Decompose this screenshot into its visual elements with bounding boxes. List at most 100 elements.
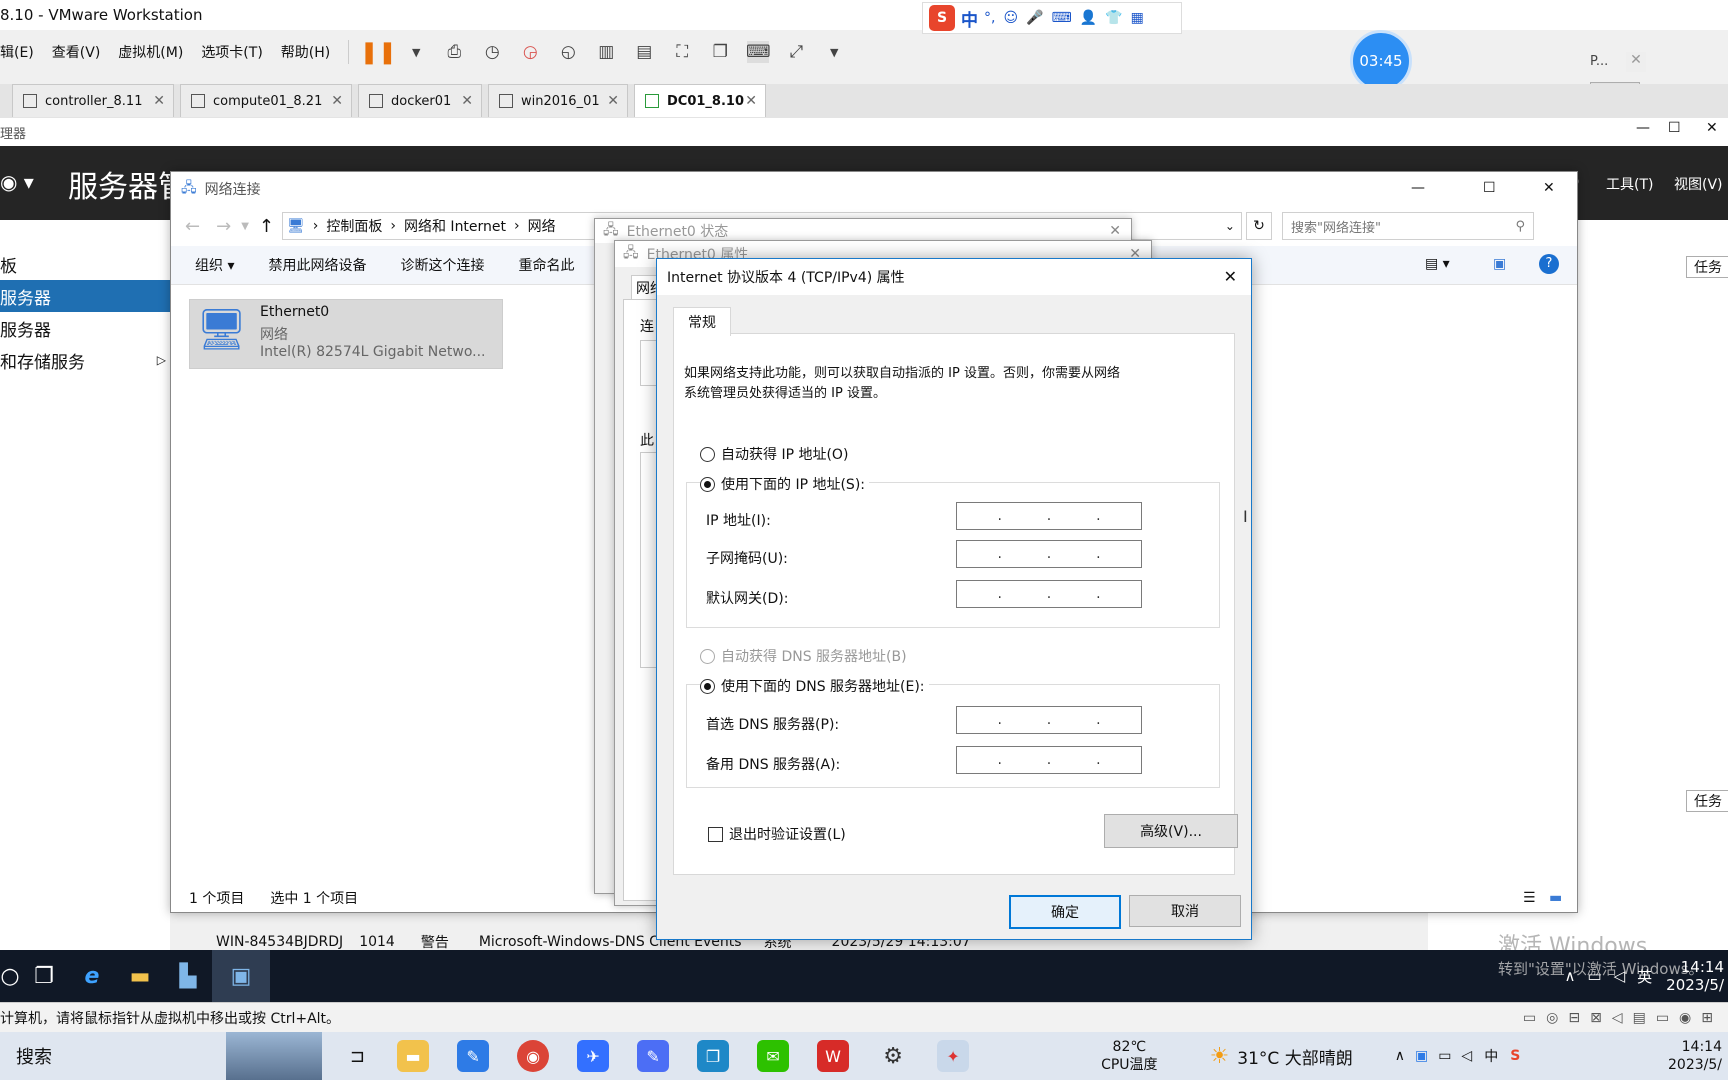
close-icon[interactable]: ✕ [1543, 180, 1555, 196]
breadcrumb-control-panel[interactable]: 控制面板 [326, 216, 382, 236]
keyboard-icon[interactable]: ⌨ [1052, 10, 1072, 26]
recording-timer[interactable]: 03:45 [1350, 30, 1412, 92]
weather-text[interactable]: 31°C 大部晴朗 [1237, 1044, 1352, 1069]
printer-icon[interactable]: ▤ [1633, 1010, 1646, 1026]
overlay-close-icon[interactable]: ✕ [1626, 52, 1646, 72]
preferred-dns-field[interactable]: ... [956, 706, 1142, 734]
network-tray-icon[interactable]: ▭ [1587, 967, 1601, 985]
menu-view[interactable]: 视图(V) [1674, 174, 1723, 194]
validate-checkbox[interactable]: 退出时验证设置(L) [708, 824, 846, 844]
ok-button[interactable]: 确定 [1009, 895, 1121, 929]
user-icon[interactable]: 👤 [1080, 10, 1097, 26]
settings-icon[interactable]: ⊞ [1701, 1010, 1713, 1026]
close-icon[interactable]: ✕ [331, 93, 343, 109]
messages-icon[interactable]: ◉ [1679, 1010, 1691, 1026]
file-explorer-icon[interactable]: ▬ [397, 1040, 430, 1072]
volume-icon[interactable]: ◁ [1461, 1048, 1472, 1064]
hdd-icon[interactable]: ▭ [1523, 1010, 1536, 1026]
maximize-icon[interactable]: ☐ [1668, 120, 1681, 136]
menu-vm[interactable]: 虚拟机(M) [118, 42, 183, 62]
sidebar-item-file-storage[interactable]: 和存储服务 ▷ [0, 344, 170, 376]
close-icon[interactable]: ✕ [153, 93, 165, 109]
details-view-icon[interactable]: ☰ [1523, 890, 1536, 906]
close-icon[interactable]: ✕ [607, 93, 619, 109]
unity-icon[interactable]: ❐ [709, 41, 731, 63]
usb-icon[interactable]: ⊠ [1590, 1010, 1602, 1026]
emoji-icon[interactable]: ☺ [1003, 10, 1018, 26]
wps-icon[interactable]: W [817, 1040, 850, 1072]
display-icon[interactable]: ▭ [1656, 1010, 1669, 1026]
breadcrumb-network[interactable]: 网络 [528, 216, 556, 236]
radio-manual-ip[interactable]: 使用下面的 IP 地址(S): [700, 474, 869, 494]
tasks-button[interactable]: 任务 [1686, 790, 1728, 812]
sidebar-item-all-servers[interactable]: 服务器 [0, 312, 170, 344]
chevron-up-icon[interactable]: ∧ [1395, 1048, 1405, 1064]
view-options-icon[interactable]: ▤ ▾ [1425, 256, 1450, 272]
radio-auto-dns[interactable]: 自动获得 DNS 服务器地址(B) [700, 646, 907, 666]
fullscreen-icon[interactable]: ⛶ [671, 41, 693, 63]
cd-icon[interactable]: ◎ [1546, 1010, 1558, 1026]
mic-icon[interactable]: 🎤 [1026, 10, 1043, 26]
menu-edit[interactable]: 辑(E) [0, 42, 34, 62]
chevron-down-icon[interactable]: ▼ [823, 41, 845, 63]
server-manager-icon[interactable]: ▙ [164, 950, 212, 1002]
refresh-icon[interactable]: ↻ [1245, 212, 1272, 240]
snapshot-icon[interactable]: ◷ [481, 41, 503, 63]
host-clock[interactable]: 14:14 2023/5/ [1668, 1038, 1722, 1074]
vmware-icon[interactable]: ❐ [697, 1040, 730, 1072]
volume-icon[interactable]: ◁ [1614, 967, 1626, 985]
tasks-button[interactable]: 任务 [1686, 256, 1728, 278]
radio-auto-ip[interactable]: 自动获得 IP 地址(O) [700, 444, 848, 464]
close-icon[interactable]: ✕ [1224, 267, 1237, 286]
skin-icon[interactable]: 👕 [1105, 10, 1122, 26]
rename-button[interactable]: 重命名此 [518, 255, 574, 275]
guest-lang[interactable]: 英 [1637, 966, 1652, 987]
vm-tab-compute01[interactable]: compute01_8.21 ✕ [180, 84, 352, 117]
search-box[interactable]: 搜索"网络连接" ⚲ [1281, 212, 1534, 240]
host-lang[interactable]: 中 [1484, 1046, 1498, 1066]
app-note-icon[interactable]: ✎ [637, 1040, 670, 1072]
back-icon[interactable]: ◉ ▾ [0, 170, 34, 194]
up-arrow-icon[interactable]: ↑ [259, 216, 274, 237]
sidebar-item-dashboard[interactable]: 板 [0, 248, 170, 280]
cancel-button[interactable]: 取消 [1129, 895, 1241, 927]
tab-general[interactable]: 常规 [673, 307, 731, 336]
minimize-icon[interactable]: — [1411, 180, 1425, 196]
feishu-icon[interactable]: ✈ [577, 1040, 610, 1072]
sound-icon[interactable]: ◁ [1612, 1010, 1623, 1026]
send-ctrl-alt-del-icon[interactable]: ⎙ [443, 41, 465, 63]
task-view-icon[interactable]: ❐ [20, 950, 68, 1002]
thumbnail-icon[interactable]: ▤ [633, 41, 655, 63]
ie-icon[interactable]: e [68, 950, 116, 1002]
snapshot-manager-icon[interactable]: ◵ [557, 41, 579, 63]
diagnose-button[interactable]: 诊断这个连接 [400, 255, 484, 275]
close-icon[interactable]: ✕ [745, 93, 757, 109]
console-icon[interactable]: ⌨ [746, 41, 771, 63]
chevron-down-icon[interactable]: ▼ [241, 221, 249, 232]
vm-tab-controller[interactable]: controller_8.11 ✕ [12, 84, 174, 117]
task-view-icon[interactable]: ⊐ [350, 1046, 365, 1067]
stretch-icon[interactable]: ⤢ [785, 41, 807, 63]
forward-arrow-icon[interactable]: → [216, 216, 231, 237]
disable-device-button[interactable]: 禁用此网络设备 [268, 255, 366, 275]
vm-tab-docker01[interactable]: docker01 ✕ [358, 84, 482, 117]
ip-address-field[interactable]: I ... [956, 502, 1248, 530]
menu-view[interactable]: 查看(V) [52, 42, 101, 62]
menu-tabs[interactable]: 选项卡(T) [201, 42, 262, 62]
menu-help[interactable]: 帮助(H) [281, 42, 330, 62]
vm-tab-dc01[interactable]: DC01_8.10 ✕ [634, 84, 766, 117]
grid-icon[interactable]: ▦ [1131, 10, 1144, 26]
minimize-icon[interactable]: — [1636, 120, 1650, 136]
pause-icon[interactable]: ❚❚ [360, 40, 397, 65]
tray-app-icon[interactable]: ▣ [1415, 1048, 1428, 1064]
network-tray-icon[interactable]: ▭ [1438, 1048, 1451, 1064]
revert-snapshot-icon[interactable]: ◶ [519, 41, 541, 63]
menu-tools[interactable]: 工具(T) [1606, 174, 1653, 194]
help-icon[interactable]: ? [1539, 254, 1559, 274]
back-arrow-icon[interactable]: ← [185, 216, 200, 237]
sidebar-toggle-icon[interactable]: ▥ [595, 41, 617, 63]
chevron-down-icon[interactable]: ▼ [405, 41, 427, 63]
file-explorer-icon[interactable]: ▬ [116, 950, 164, 1002]
subnet-mask-field[interactable]: ... [956, 540, 1142, 568]
maximize-icon[interactable]: ☐ [1483, 180, 1496, 196]
